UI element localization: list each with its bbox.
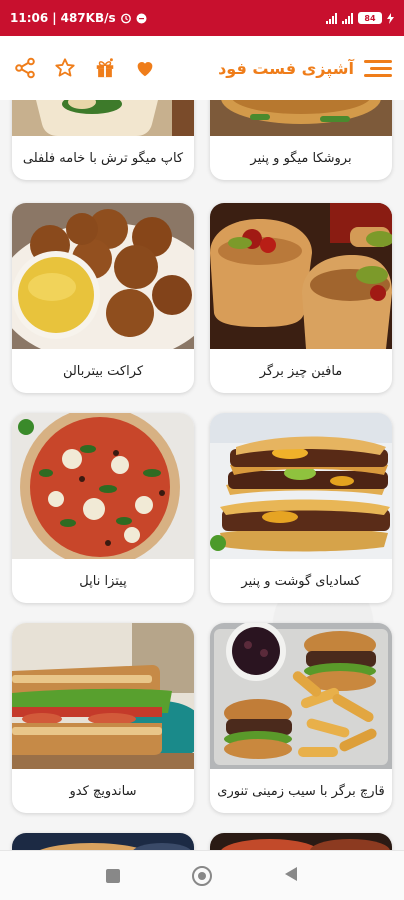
recipe-title: بروشکا میگو و پنیر	[250, 150, 352, 166]
status-time: 11:06	[10, 11, 49, 25]
recents-square-icon[interactable]	[106, 868, 120, 883]
recipe-image	[12, 100, 194, 136]
recipe-card[interactable]: بروشکا میگو و پنیر	[210, 100, 392, 180]
recipe-card[interactable]: ساندویچ کدو	[12, 623, 194, 813]
chat-bubble-icon	[136, 13, 147, 23]
recipe-image	[12, 623, 194, 769]
recipe-card[interactable]: کسادیای گوشت و پنیر	[210, 413, 392, 603]
recipe-card[interactable]	[210, 833, 392, 850]
recipe-image	[12, 203, 194, 349]
recipe-image	[12, 413, 194, 559]
app-title: آشپزی فست فود	[218, 58, 354, 78]
recipe-card[interactable]	[12, 833, 194, 850]
recipe-title: کاپ میگو ترش با خامه فلفلی	[22, 150, 184, 166]
recipe-title: کراکت بیتربالن	[62, 363, 144, 379]
wifi-signal-icon	[326, 12, 337, 24]
recipe-card[interactable]: قارچ برگر با سیب زمینی تنوری	[210, 623, 392, 813]
recipe-card[interactable]: پیتزا ناپل	[12, 413, 194, 603]
app-title-wrap: آشپزی فست فود	[218, 57, 392, 79]
recipe-image	[210, 203, 392, 349]
gift-icon[interactable]	[92, 55, 118, 81]
recipe-image	[210, 623, 392, 769]
status-speed: 487KB/s	[60, 11, 116, 25]
charging-icon	[387, 12, 394, 24]
recipe-grid: بروشکا میگو و پنیر کاپ میگو ترش با خامه …	[0, 100, 404, 850]
recipe-title: کسادیای گوشت و پنیر	[241, 573, 361, 589]
hamburger-menu-icon[interactable]	[364, 57, 392, 79]
back-triangle-icon[interactable]	[284, 866, 298, 886]
recipe-title: قارچ برگر با سیب زمینی تنوری	[217, 783, 385, 799]
app-bar: آشپزی فست فود	[0, 36, 404, 100]
share-icon[interactable]	[12, 55, 38, 81]
recipe-image	[210, 413, 392, 559]
status-left: 11:06 | 487KB/s	[10, 11, 147, 25]
heart-icon[interactable]	[132, 55, 158, 81]
recipe-card[interactable]: کراکت بیتربالن	[12, 203, 194, 393]
recipe-title: پیتزا ناپل	[79, 573, 127, 589]
cell-signal-icon	[342, 12, 353, 24]
battery-icon: 84	[358, 12, 382, 24]
recipe-title: مافین چیز برگر	[259, 363, 343, 379]
recipe-image	[210, 100, 392, 136]
recipe-card[interactable]: مافین چیز برگر	[210, 203, 392, 393]
recipe-title: ساندویچ کدو	[69, 783, 137, 799]
status-right: 84	[326, 12, 394, 24]
alarm-icon	[120, 13, 131, 24]
app-actions	[12, 55, 158, 81]
recipe-image	[210, 833, 392, 850]
recipe-image	[12, 833, 194, 850]
status-bar: 11:06 | 487KB/s 84	[0, 0, 404, 36]
home-circle-icon[interactable]	[192, 865, 212, 886]
star-icon[interactable]	[52, 55, 78, 81]
recipe-card[interactable]: کاپ میگو ترش با خامه فلفلی	[12, 100, 194, 180]
system-nav-bar	[0, 850, 404, 900]
